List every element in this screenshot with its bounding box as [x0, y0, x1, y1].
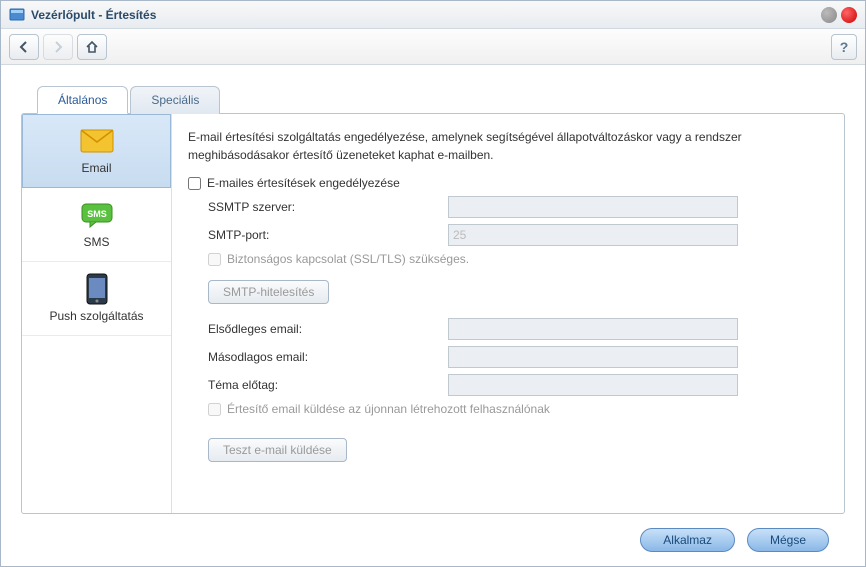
sidebar-item-label: Push szolgáltatás [49, 309, 143, 323]
ssl-label: Biztonságos kapcsolat (SSL/TLS) szüksége… [227, 252, 469, 266]
ssl-row: Biztonságos kapcsolat (SSL/TLS) szüksége… [208, 252, 828, 266]
secondary-email-row: Másodlagos email: [208, 346, 828, 368]
notify-new-user-checkbox[interactable] [208, 403, 221, 416]
arrow-left-icon [17, 40, 31, 54]
enable-email-row: E-mailes értesítések engedélyezése [188, 176, 828, 190]
footer: Alkalmaz Mégse [21, 514, 845, 566]
enable-email-label: E-mailes értesítések engedélyezése [207, 176, 400, 190]
apply-button[interactable]: Alkalmaz [640, 528, 735, 552]
titlebar-help-icon[interactable] [821, 7, 837, 23]
primary-email-input[interactable] [448, 318, 738, 340]
home-button[interactable] [77, 34, 107, 60]
sms-icon: SMS [79, 201, 115, 229]
close-icon[interactable] [841, 7, 857, 23]
home-icon [85, 40, 99, 54]
window: Vezérlőpult - Értesítés ? Általános Spec… [0, 0, 866, 567]
back-button[interactable] [9, 34, 39, 60]
titlebar: Vezérlőpult - Értesítés [1, 1, 865, 29]
tab-advanced[interactable]: Speciális [130, 86, 220, 114]
toolbar: ? [1, 29, 865, 65]
primary-email-row: Elsődleges email: [208, 318, 828, 340]
sidebar-item-push[interactable]: Push szolgáltatás [22, 262, 171, 336]
main-form: E-mail értesítési szolgáltatás engedélye… [172, 114, 844, 513]
primary-email-label: Elsődleges email: [208, 322, 448, 336]
ssmtp-server-input[interactable] [448, 196, 738, 218]
smtp-port-label: SMTP-port: [208, 228, 448, 242]
content-area: Általános Speciális Email SMS SMS [1, 65, 865, 566]
description-text: E-mail értesítési szolgáltatás engedélye… [188, 128, 828, 164]
sidebar-item-sms[interactable]: SMS SMS [22, 188, 171, 262]
smtp-port-input[interactable] [448, 224, 738, 246]
enable-email-checkbox[interactable] [188, 177, 201, 190]
arrow-right-icon [51, 40, 65, 54]
smtp-port-row: SMTP-port: [208, 224, 828, 246]
cancel-button[interactable]: Mégse [747, 528, 829, 552]
titlebar-controls [821, 7, 857, 23]
app-icon [9, 7, 25, 23]
notify-new-user-label: Értesítő email küldése az újonnan létreh… [227, 402, 550, 416]
test-email-button[interactable]: Teszt e-mail küldése [208, 438, 347, 462]
window-title: Vezérlőpult - Értesítés [31, 8, 821, 22]
sidebar-item-label: Email [81, 161, 111, 175]
tabs: Általános Speciális [37, 85, 845, 113]
secondary-email-input[interactable] [448, 346, 738, 368]
sidebar-item-label: SMS [83, 235, 109, 249]
forward-button[interactable] [43, 34, 73, 60]
tab-general[interactable]: Általános [37, 86, 128, 114]
svg-text:SMS: SMS [87, 209, 107, 219]
subject-prefix-input[interactable] [448, 374, 738, 396]
help-button[interactable]: ? [831, 34, 857, 60]
notify-new-user-row: Értesítő email küldése az újonnan létreh… [208, 402, 828, 416]
push-icon [79, 275, 115, 303]
sidebar-item-email[interactable]: Email [22, 114, 171, 188]
ssmtp-server-label: SSMTP szerver: [208, 200, 448, 214]
smtp-auth-button[interactable]: SMTP-hitelesítés [208, 280, 329, 304]
email-icon [79, 127, 115, 155]
ssmtp-server-row: SSMTP szerver: [208, 196, 828, 218]
subject-prefix-row: Téma előtag: [208, 374, 828, 396]
secondary-email-label: Másodlagos email: [208, 350, 448, 364]
panel: Email SMS SMS Push szolgáltatás E-mail é… [21, 113, 845, 514]
ssl-checkbox[interactable] [208, 253, 221, 266]
sidebar: Email SMS SMS Push szolgáltatás [22, 114, 172, 513]
subject-prefix-label: Téma előtag: [208, 378, 448, 392]
